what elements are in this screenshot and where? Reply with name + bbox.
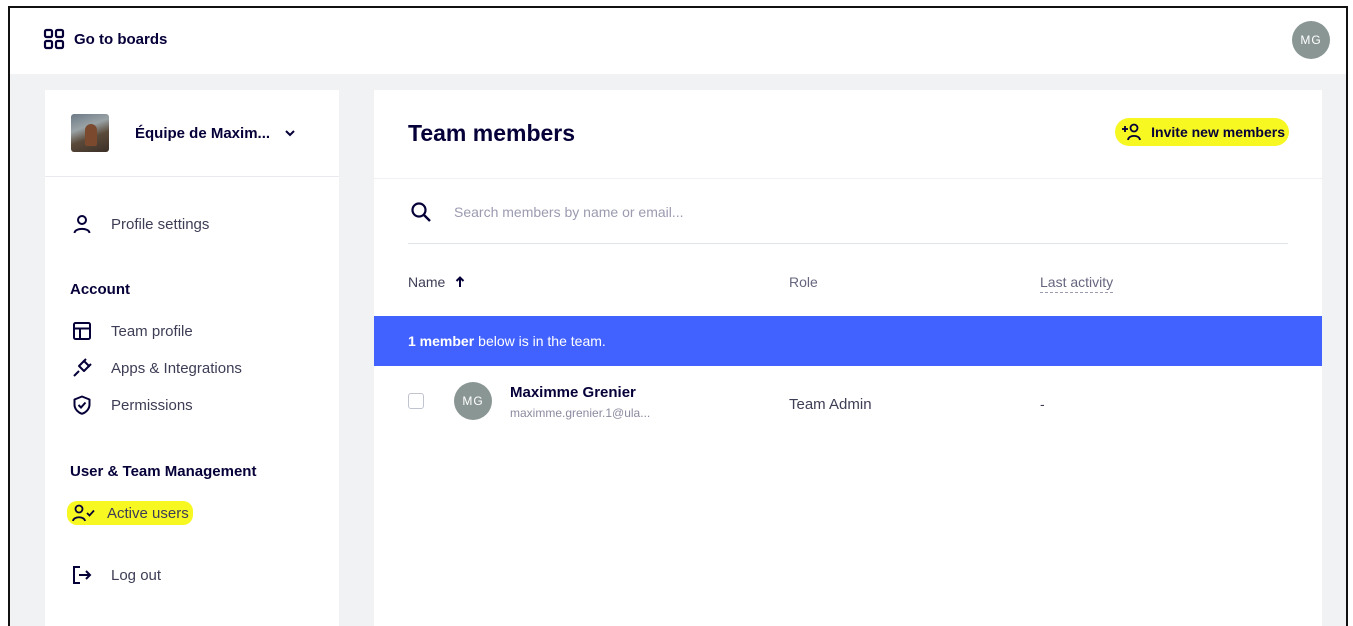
team-selector[interactable]: Équipe de Maxim...: [45, 90, 339, 177]
member-last-activity: -: [1040, 396, 1045, 412]
user-avatar[interactable]: MG: [1292, 21, 1330, 59]
account-heading: Account: [70, 281, 130, 298]
sidebar-item-profile-settings[interactable]: Profile settings: [71, 213, 209, 235]
page-title: Team members: [408, 120, 576, 146]
column-header-name[interactable]: Name: [408, 274, 465, 290]
table-row: MG Maximme Grenier maximme.grenier.1@ula…: [374, 374, 1322, 432]
header-divider: [374, 178, 1322, 179]
go-to-boards-label: Go to boards: [74, 30, 168, 48]
sidebar-item-team-profile[interactable]: Team profile: [71, 320, 193, 342]
member-count-text: below is in the team.: [478, 333, 606, 349]
member-name: Maximme Grenier: [510, 384, 636, 401]
boards-grid-icon: [43, 28, 65, 50]
sidebar-item-permissions[interactable]: Permissions: [71, 394, 193, 416]
search-underline: [408, 243, 1288, 244]
member-count-banner: 1 member below is in the team.: [374, 316, 1322, 366]
user-icon: [73, 215, 91, 234]
invite-label: Invite new members: [1151, 124, 1285, 140]
log-out-icon: [73, 566, 92, 584]
shield-check-icon: [73, 395, 91, 415]
sidebar-item-label: Profile settings: [111, 215, 210, 233]
member-checkbox[interactable]: [408, 393, 424, 409]
sidebar-item-log-out[interactable]: Log out: [71, 564, 161, 586]
sidebar-item-label: Log out: [111, 566, 162, 584]
add-user-icon: [1122, 123, 1142, 141]
sidebar-item-label: Team profile: [111, 322, 193, 340]
search-input[interactable]: [454, 198, 984, 226]
layout-icon: [73, 322, 91, 340]
avatar: MG: [454, 382, 492, 420]
sidebar-item-apps-integrations[interactable]: Apps & Integrations: [71, 357, 242, 379]
member-email: maximme.grenier.1@ula...: [510, 406, 651, 420]
active-users-highlight: Active users: [67, 501, 193, 525]
invite-new-members-button[interactable]: Invite new members: [1115, 118, 1289, 146]
user-check-icon: [72, 504, 95, 522]
column-header-label: Name: [408, 274, 446, 290]
column-header-role: Role: [789, 274, 818, 290]
sidebar-item-active-users[interactable]: Active users: [67, 501, 193, 525]
user-team-management-heading: User & Team Management: [70, 463, 257, 480]
team-picture: [71, 114, 109, 152]
settings-sidebar: Équipe de Maxim... Profile settings Acco…: [45, 90, 339, 626]
sidebar-item-label: Permissions: [111, 396, 193, 414]
member-count: 1 member: [408, 333, 475, 349]
go-to-boards-link[interactable]: Go to boards: [43, 28, 167, 50]
team-members-panel: Team members Invite new members Name Ro: [374, 90, 1322, 626]
team-name: Équipe de Maxim...: [135, 124, 271, 142]
sidebar-item-label: Active users: [107, 504, 189, 522]
column-header-last-activity[interactable]: Last activity: [1040, 274, 1114, 293]
plug-icon: [73, 358, 92, 377]
top-bar: Go to boards MG: [10, 8, 1346, 74]
app-window: Go to boards MG Équipe de Maxim... Profi…: [8, 6, 1348, 626]
sidebar-item-label: Apps & Integrations: [111, 359, 242, 377]
search-icon[interactable]: [410, 201, 432, 223]
chevron-down-icon: [285, 130, 295, 137]
arrow-up-icon: [456, 276, 465, 287]
member-role[interactable]: Team Admin: [789, 396, 872, 413]
